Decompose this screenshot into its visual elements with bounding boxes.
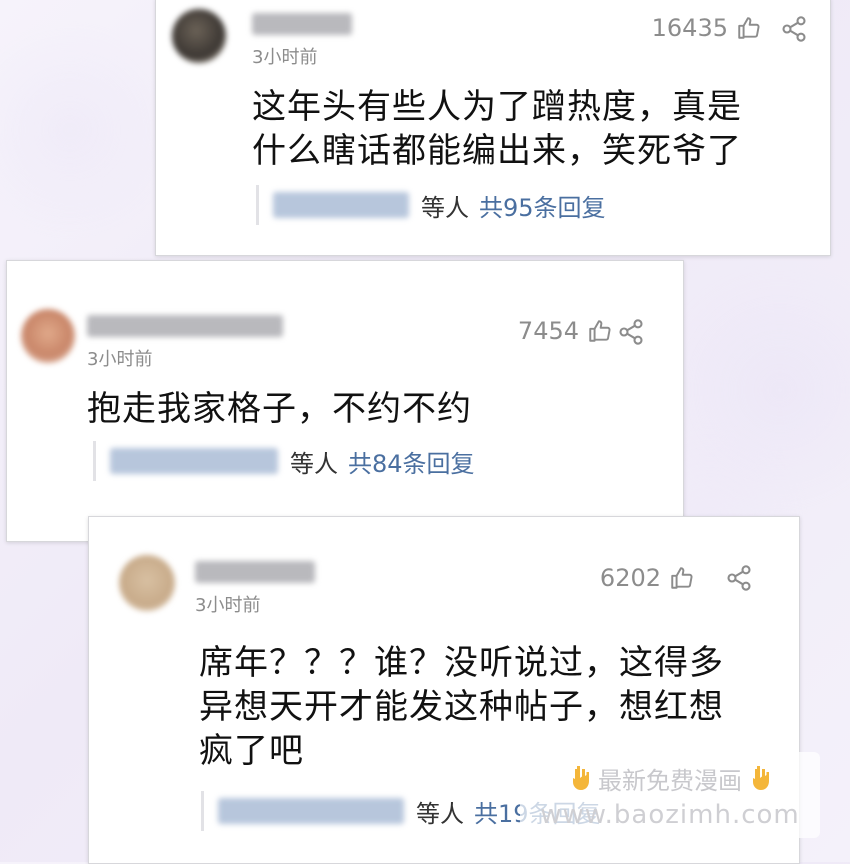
share-button[interactable] [617, 318, 645, 346]
reply-count-link[interactable]: 共95条回复 [479, 188, 606, 223]
username[interactable] [195, 561, 315, 583]
comment-line: 这年头有些人为了蹭热度，真是 [252, 87, 742, 127]
background-flower [0, 20, 180, 240]
watermark-title-row: 最新免费漫画 [568, 761, 772, 796]
comment-content: 抱走我家格子，不约不约 [87, 387, 472, 431]
avatar[interactable] [21, 309, 75, 363]
comment-content: 这年头有些人为了蹭热度，真是 什么瞎话都能编出来，笑死爷了 [252, 85, 742, 173]
share-button[interactable] [725, 564, 753, 592]
reply-count-link[interactable]: 共84条回复 [348, 444, 475, 479]
thumbs-up-icon [738, 17, 760, 39]
thumbs-up-icon [671, 567, 693, 589]
reply-suffix: 等人 [290, 449, 338, 478]
reply-usernames [273, 192, 409, 218]
like-count: 16435 [651, 14, 728, 42]
thumbs-up-icon [589, 320, 611, 342]
comment-time: 3小时前 [87, 349, 153, 370]
reply-suffix: 等人 [421, 193, 469, 222]
comment-card: 3小时前 16435 这年头有些人为了蹭热度，真是 什么瞎话都能编出来，笑死爷了… [155, 0, 831, 256]
site-watermark: 最新免费漫画 www.baozimh.com [520, 752, 820, 838]
share-icon [782, 16, 806, 42]
avatar[interactable] [172, 9, 226, 63]
reply-usernames [110, 448, 278, 474]
watermark-title: 最新免费漫画 [598, 766, 742, 795]
like-button[interactable]: 16435 [652, 14, 762, 42]
comment-line: 异想天开才能发这种帖子，想红想 [199, 687, 724, 727]
comment-line: 什么瞎话都能编出来，笑死爷了 [252, 131, 742, 171]
like-button[interactable]: 6202 [600, 564, 695, 592]
share-icon [727, 565, 751, 591]
pointing-down-hand-icon [573, 766, 589, 790]
replies-summary[interactable]: 等人 共84条回复 [93, 441, 475, 481]
comment-time: 3小时前 [195, 595, 261, 616]
share-button[interactable] [780, 15, 808, 43]
reply-suffix: 等人 [416, 799, 464, 828]
like-count: 7454 [517, 317, 579, 345]
comment-time: 3小时前 [252, 47, 318, 68]
share-icon [619, 319, 643, 345]
avatar[interactable] [119, 555, 175, 611]
comment-line: 席年？？？谁？没听说过，这得多 [199, 643, 724, 683]
like-count: 6202 [599, 564, 661, 592]
username[interactable] [252, 13, 352, 35]
replies-summary[interactable]: 等人 共95条回复 [256, 185, 606, 225]
username[interactable] [87, 315, 283, 337]
like-button[interactable]: 7454 [518, 317, 613, 345]
comment-card: 3小时前 7454 抱走我家格子，不约不约 等人 共84条回复 [6, 260, 684, 542]
pointing-down-hand-icon [753, 766, 769, 790]
comment-line: 抱走我家格子，不约不约 [87, 389, 472, 429]
reply-usernames [218, 798, 404, 824]
watermark-url: www.baozimh.com [540, 799, 800, 830]
